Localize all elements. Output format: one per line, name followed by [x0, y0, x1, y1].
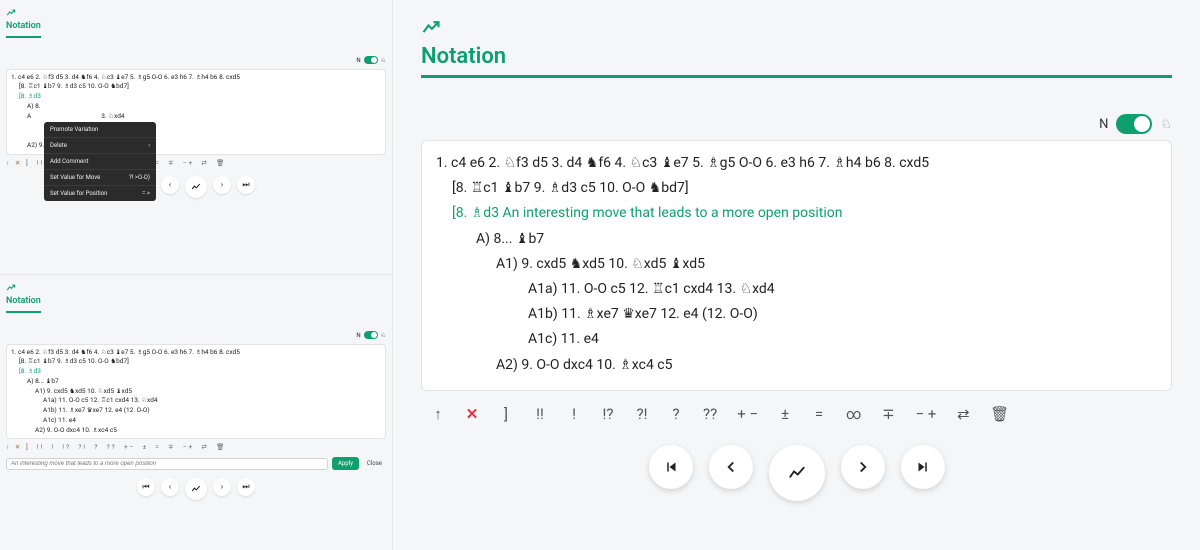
sub-A1c[interactable]: A1c) 11. e4	[436, 327, 1157, 352]
notation-box: 1. c4 e6 2. ♘f3 d5 3. d4 ♞f6 4. ♘c3 ♝e7 …	[421, 140, 1172, 391]
mini-preview-comment: Notation N ♘ 1. c4 e6 2. ♘f3 d5 3. d4 ♞f…	[0, 275, 392, 550]
mini-var-b-head[interactable]: [8. ♗d3	[11, 367, 381, 377]
comment-input-row: Apply Close	[6, 457, 386, 470]
sub-A1a[interactable]: A1a) 11. O-O c5 12. ♖c1 cxd4 13. ♘xd4	[436, 277, 1157, 302]
ctx-set-pos[interactable]: Set Value for Position= >	[44, 186, 156, 201]
sym-close-bracket[interactable]: ]	[499, 405, 513, 423]
sym-delete-icon[interactable]: ✕	[465, 405, 479, 423]
nav-prev-icon[interactable]: ‹	[161, 478, 179, 496]
knight-icon: ♘	[381, 56, 386, 65]
sym-good[interactable]: !	[567, 405, 581, 423]
sym-counterplay-icon[interactable]: ⇄	[956, 405, 970, 423]
figurine-toggle[interactable]	[1116, 114, 1152, 134]
mini-title: Notation	[6, 295, 41, 313]
toggle-label: N	[1099, 117, 1108, 132]
mini-mainline[interactable]: 1. c4 e6 2. ♘f3 d5 3. d4 ♞f6 4. ♘c3 ♝e7 …	[11, 73, 381, 83]
mini-var-A[interactable]: A) 8... ♝b7	[11, 377, 381, 387]
sym-interesting[interactable]: !?	[601, 405, 615, 423]
sym-up-icon[interactable]: ↑	[431, 405, 445, 423]
nav-analysis-icon[interactable]	[185, 478, 207, 500]
mini-notation-box: 1. c4 e6 2. ♘f3 d5 3. d4 ♞f6 4. ♘c3 ♝e7 …	[6, 344, 386, 440]
sym-black-winning[interactable]: − +	[915, 405, 936, 423]
variation-b-active[interactable]: [8. ♗d3 An interesting move that leads t…	[436, 201, 1157, 226]
sym-brilliant[interactable]: !!	[533, 405, 547, 423]
sym-white-better[interactable]: ±	[778, 405, 792, 423]
mini-toggle-label: N	[356, 331, 360, 340]
mini-var-A-tail[interactable]: 3. ♘xd4	[101, 112, 124, 122]
logo-icon	[6, 8, 16, 18]
mini-nav: ⏮ ‹ › ⏭	[6, 478, 386, 500]
nav-first-icon[interactable]: ⏮	[137, 478, 155, 496]
close-button[interactable]: Close	[363, 457, 386, 470]
ctx-promote[interactable]: Promote Variation	[44, 122, 156, 138]
comment-input[interactable]	[6, 458, 328, 470]
mini-toggle-label: N	[356, 56, 360, 65]
mini-toggle-switch[interactable]	[364, 331, 378, 339]
apply-button[interactable]: Apply	[332, 457, 359, 470]
mini-var-A1a[interactable]: A1a) 11. O-O c5 12. ♖c1 cxd4 13. ♘xd4	[11, 396, 381, 406]
logo-icon	[6, 283, 16, 293]
nav-analysis-icon[interactable]	[185, 176, 207, 198]
sym-white-winning[interactable]: + −	[737, 405, 758, 423]
nav-toolbar	[421, 445, 1172, 501]
mini-preview-contextmenu: Notation N ♘ 1. c4 e6 2. ♘f3 d5 3. d4 ♞f…	[0, 0, 392, 275]
mini-var-A[interactable]: A) 8.	[27, 102, 40, 112]
ctx-set-move[interactable]: Set Value for Move?! >O-O)	[44, 170, 156, 186]
nav-last-icon[interactable]: ⏭	[237, 478, 255, 496]
nav-next-icon[interactable]: ›	[213, 478, 231, 496]
sym-trash-icon[interactable]: 🗑	[990, 405, 1009, 423]
mini-var-A1c[interactable]: A1c) 11. e4	[11, 416, 381, 426]
nav-first-button[interactable]	[649, 445, 693, 489]
left-preview-column: Notation N ♘ 1. c4 e6 2. ♘f3 d5 3. d4 ♞f…	[0, 0, 393, 550]
figurine-toggle-row: N ♘	[421, 114, 1172, 134]
sub-A1b[interactable]: A1b) 11. ♗xe7 ♛xe7 12. e4 (12. O-O)	[436, 302, 1157, 327]
context-menu: Promote Variation Delete› Add Comment Se…	[44, 122, 156, 201]
variation-a[interactable]: [8. ♖c1 ♝b7 9. ♗d3 c5 10. O-O ♞bd7]	[436, 176, 1157, 201]
nav-analysis-button[interactable]	[769, 445, 825, 501]
mini-var-A1b[interactable]: A1b) 11. ♗xe7 ♛xe7 12. e4 (12. O-O)	[11, 406, 381, 416]
symbol-toolbar: ↑ ✕ ] !! ! !? ?! ? ?? + − ± = ∞ ∓ − + ⇄ …	[421, 405, 1172, 423]
sym-dubious[interactable]: ?!	[635, 405, 649, 423]
mini-var-a[interactable]: [8. ♖c1 ♝b7 9. ♗d3 c5 10. O-O ♞bd7]	[11, 82, 381, 92]
nav-prev-button[interactable]	[709, 445, 753, 489]
knight-icon: ♘	[1160, 117, 1172, 132]
mini-toggle-switch[interactable]	[364, 56, 378, 64]
sym-mistake[interactable]: ?	[669, 405, 683, 423]
nav-last-button[interactable]	[901, 445, 945, 489]
mini-mainline[interactable]: 1. c4 e6 2. ♘f3 d5 3. d4 ♞f6 4. ♘c3 ♝e7 …	[11, 348, 381, 358]
nav-prev-icon[interactable]: ‹	[161, 176, 179, 194]
page-title: Notation	[421, 44, 1172, 78]
nav-last-icon[interactable]: ⏭	[237, 176, 255, 194]
mini-var-a[interactable]: [8. ♖c1 ♝b7 9. ♗d3 c5 10. O-O ♞bd7]	[11, 357, 381, 367]
sym-blunder[interactable]: ??	[703, 405, 717, 423]
ctx-delete[interactable]: Delete›	[44, 138, 156, 154]
mini-var-b-head[interactable]: [8. ♗d3	[11, 92, 381, 102]
ctx-add-comment[interactable]: Add Comment	[44, 154, 156, 170]
mini-var-A1[interactable]: A1) 9. cxd5 ♞xd5 10. ♘xd5 ♝xd5	[11, 387, 381, 397]
nav-next-icon[interactable]: ›	[213, 176, 231, 194]
mini-var-A2[interactable]: A2) 9. O-O dxc4 10. ♗xc4 c5	[11, 426, 381, 436]
sub-A2[interactable]: A2) 9. O-O dxc4 10. ♗xc4 c5	[436, 353, 1157, 378]
sub-A1[interactable]: A1) 9. cxd5 ♞xd5 10. ♘xd5 ♝xd5	[436, 252, 1157, 277]
knight-icon: ♘	[381, 331, 386, 340]
mainline[interactable]: 1. c4 e6 2. ♘f3 d5 3. d4 ♞f6 4. ♘c3 ♝e7 …	[436, 151, 1157, 176]
nav-next-button[interactable]	[841, 445, 885, 489]
sym-black-better[interactable]: ∓	[881, 405, 895, 423]
logo-icon	[421, 18, 1172, 38]
sym-unclear[interactable]: ∞	[846, 405, 861, 423]
sub-A[interactable]: A) 8... ♝b7	[436, 227, 1157, 252]
sym-equal[interactable]: =	[812, 405, 826, 423]
main-panel: Notation N ♘ 1. c4 e6 2. ♘f3 d5 3. d4 ♞f…	[393, 0, 1200, 550]
mini-title: Notation	[6, 20, 41, 38]
mini-symbol-toolbar[interactable]: ↑ ✕ ] !! ! !? ?! ? ?? +− ± = ∓ −+ ⇄ 🗑	[6, 443, 386, 453]
